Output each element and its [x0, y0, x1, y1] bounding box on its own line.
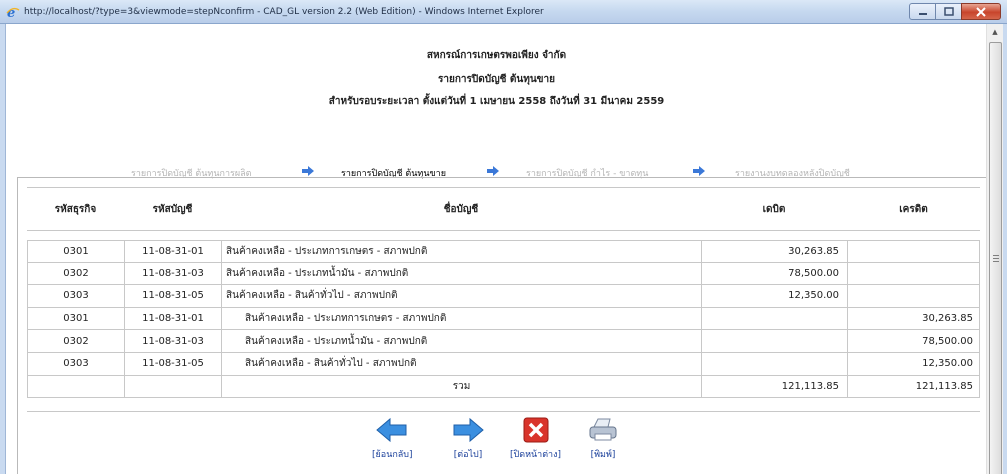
- back-label: [ย้อนกลับ]: [372, 450, 413, 460]
- header-debit: เดบิต: [762, 204, 786, 215]
- cell-debit: 12,350.00: [701, 285, 847, 307]
- cell-account-code: 11-08-31-05: [124, 285, 221, 307]
- cell-debit: 78,500.00: [701, 262, 847, 285]
- cell-credit: [847, 241, 980, 262]
- table-row: 0301 11-08-31-01 สินค้าคงเหลือ - ประเภทก…: [27, 240, 980, 263]
- window-controls: [909, 3, 1001, 20]
- report-title: รายการปิดบัญชี ต้นทุนขาย: [438, 74, 555, 85]
- table-row: 0302 11-08-31-03 สินค้าคงเหลือ - ประเภทน…: [27, 262, 980, 286]
- cell-empty: [27, 375, 124, 398]
- close-page-label: [ปิดหน้าต่าง]: [510, 450, 562, 460]
- window-frame-left: [0, 24, 6, 474]
- total-label: รวม: [221, 375, 701, 398]
- divider: [27, 411, 980, 412]
- cell-debit: [701, 307, 847, 330]
- cell-account-name: สินค้าคงเหลือ - สินค้าทั่วไป - สภาพปกติ: [221, 285, 701, 307]
- cell-account-name: สินค้าคงเหลือ - สินค้าทั่วไป - สภาพปกติ: [221, 352, 701, 375]
- ie-icon: e: [6, 5, 20, 19]
- cell-account-code: 11-08-31-03: [124, 262, 221, 285]
- minimize-icon: [918, 12, 927, 15]
- close-page-button[interactable]: [ปิดหน้าต่าง]: [510, 415, 561, 461]
- back-button[interactable]: [ย้อนกลับ]: [372, 415, 413, 461]
- journal-table: 0301 11-08-31-01 สินค้าคงเหลือ - ประเภทก…: [27, 240, 980, 399]
- arrow-right-icon: [302, 166, 314, 176]
- cell-credit: [847, 262, 980, 285]
- next-label: [ต่อไป]: [453, 450, 483, 460]
- cell-business-code: 0303: [27, 285, 124, 307]
- print-label: [พิมพ์]: [590, 450, 616, 460]
- scroll-grip-icon: [993, 255, 999, 264]
- window-titlebar: e http://localhost/?type=3&viewmode=step…: [0, 0, 1007, 24]
- cell-business-code: 0303: [27, 352, 124, 375]
- table-row: 0303 11-08-31-05 สินค้าคงเหลือ - สินค้าท…: [27, 352, 980, 376]
- cell-account-code: 11-08-31-05: [124, 352, 221, 375]
- total-credit: 121,113.85: [847, 375, 980, 398]
- printer-icon: [586, 415, 620, 445]
- organization-name: สหกรณ์การเกษตรพอเพียง จำกัด: [426, 50, 567, 61]
- cell-account-code: 11-08-31-01: [124, 307, 221, 330]
- header-account-name: ชื่อบัญชี: [443, 204, 479, 215]
- cell-business-code: 0302: [27, 330, 124, 352]
- window-title: http://localhost/?type=3&viewmode=stepNc…: [24, 6, 544, 17]
- header-business-code: รหัสธุรกิจ: [54, 204, 97, 215]
- table-row: 0303 11-08-31-05 สินค้าคงเหลือ - สินค้าท…: [27, 285, 980, 308]
- cell-credit: [847, 285, 980, 307]
- close-window-icon: [976, 6, 986, 17]
- report-period: สำหรับรอบระยะเวลา ตั้งแต่วันที่ 1 เมษายน…: [328, 96, 665, 107]
- cell-business-code: 0301: [27, 307, 124, 330]
- cell-business-code: 0301: [27, 241, 124, 262]
- cell-account-name: สินค้าคงเหลือ - ประเภทการเกษตร - สภาพปกต…: [221, 241, 701, 262]
- total-row: รวม 121,113.85 121,113.85: [27, 375, 980, 399]
- cell-account-name: สินค้าคงเหลือ - ประเภทน้ำมัน - สภาพปกติ: [221, 262, 701, 285]
- arrow-right-icon: [451, 415, 485, 445]
- close-window-button[interactable]: [961, 3, 1001, 20]
- cell-credit: 12,350.00: [847, 352, 980, 375]
- cell-business-code: 0302: [27, 262, 124, 285]
- cell-account-code: 11-08-31-01: [124, 241, 221, 262]
- cell-debit: [701, 330, 847, 352]
- close-x-icon: [519, 415, 553, 445]
- maximize-button[interactable]: [935, 3, 962, 20]
- header-account-code: รหัสบัญชี: [152, 204, 193, 215]
- arrow-right-icon: [693, 166, 705, 176]
- header-credit: เครดิต: [899, 204, 928, 215]
- cell-empty: [124, 375, 221, 398]
- table-row: 0302 11-08-31-03 สินค้าคงเหลือ - ประเภทน…: [27, 330, 980, 353]
- cell-credit: 30,263.85: [847, 307, 980, 330]
- cell-debit: 30,263.85: [701, 241, 847, 262]
- arrow-right-icon: [487, 166, 499, 176]
- print-button[interactable]: [พิมพ์]: [586, 415, 620, 461]
- cell-debit: [701, 352, 847, 375]
- table-header: รหัสธุรกิจ รหัสบัญชี ชื่อบัญชี เดบิต เคร…: [27, 187, 980, 231]
- scrollbar-thumb[interactable]: [989, 42, 1002, 474]
- next-button[interactable]: [ต่อไป]: [451, 415, 485, 461]
- cell-account-name: สินค้าคงเหลือ - ประเภทการเกษตร - สภาพปกต…: [221, 307, 701, 330]
- vertical-scrollbar[interactable]: ▲: [986, 24, 1003, 474]
- window-frame-right: [1003, 24, 1007, 474]
- total-debit: 121,113.85: [701, 375, 847, 398]
- cell-credit: 78,500.00: [847, 330, 980, 352]
- cell-account-name: สินค้าคงเหลือ - ประเภทน้ำมัน - สภาพปกติ: [221, 330, 701, 352]
- minimize-button[interactable]: [909, 3, 936, 20]
- arrow-left-icon: [375, 415, 409, 445]
- table-row: 0301 11-08-31-01 สินค้าคงเหลือ - ประเภทก…: [27, 307, 980, 331]
- cell-account-code: 11-08-31-03: [124, 330, 221, 352]
- maximize-icon: [943, 7, 954, 16]
- scroll-up-icon[interactable]: ▲: [987, 24, 1003, 40]
